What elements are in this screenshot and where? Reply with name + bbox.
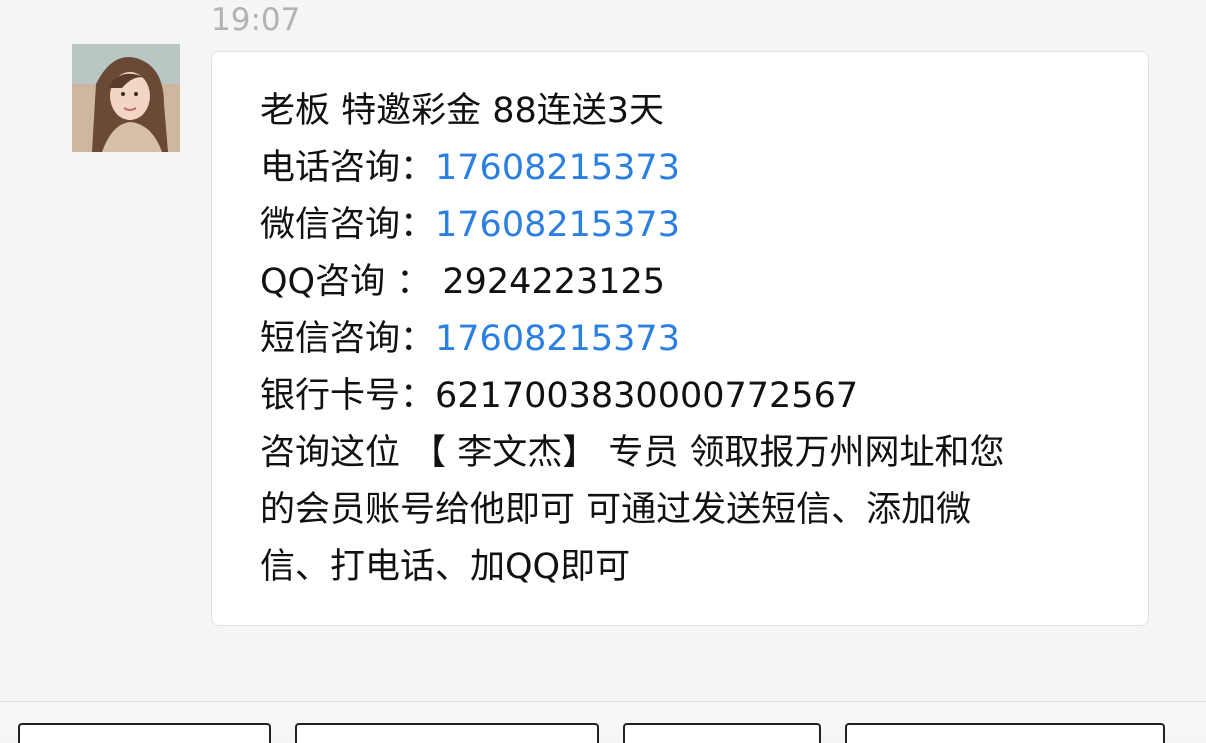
qq-label: QQ咨询 ： [260,262,432,302]
sender-avatar[interactable] [72,44,180,152]
message-text: 老板 特邀彩金 88连送3天 电话咨询：17608215373 微信咨询：176… [260,83,1110,596]
promo-line: 老板 特邀彩金 88连送3天 [260,91,665,131]
bank-line: 银行卡号：6217003830000772567 [260,368,1110,425]
sms-link[interactable]: 17608215373 [435,319,680,359]
instruction-line-3: 信、打电话、加QQ即可 [260,547,631,587]
menu-button-3[interactable] [623,723,821,743]
phone-link[interactable]: 17608215373 [435,148,680,188]
wechat-link[interactable]: 17608215373 [435,205,680,245]
phone-line: 电话咨询：17608215373 [260,140,1110,197]
message-timestamp: 19:07 [211,2,301,38]
menu-button-1[interactable] [18,723,271,743]
instruction-line-1: 咨询这位 【 李文杰】 专员 领取报万州网址和您 [260,433,1005,473]
wechat-line: 微信咨询：17608215373 [260,197,1110,254]
phone-label: 电话咨询： [260,148,436,188]
bank-label: 银行卡号： [260,376,436,416]
wechat-label: 微信咨询： [260,205,436,245]
qq-line: QQ咨询 ： 2924223125 [260,254,1110,311]
instruction-line-2: 的会员账号给他即可 可通过发送短信、添加微 [260,490,972,530]
bank-number: 6217003830000772567 [435,376,859,416]
menu-button-2[interactable] [295,723,599,743]
menu-button-4[interactable] [845,723,1165,743]
sms-line: 短信咨询：17608215373 [260,311,1110,368]
profile-photo-icon [72,44,180,152]
bottom-menu-bar [0,701,1206,743]
message-bubble[interactable]: 老板 特邀彩金 88连送3天 电话咨询：17608215373 微信咨询：176… [211,51,1149,626]
qq-number: 2924223125 [442,262,666,302]
sms-label: 短信咨询： [260,319,436,359]
